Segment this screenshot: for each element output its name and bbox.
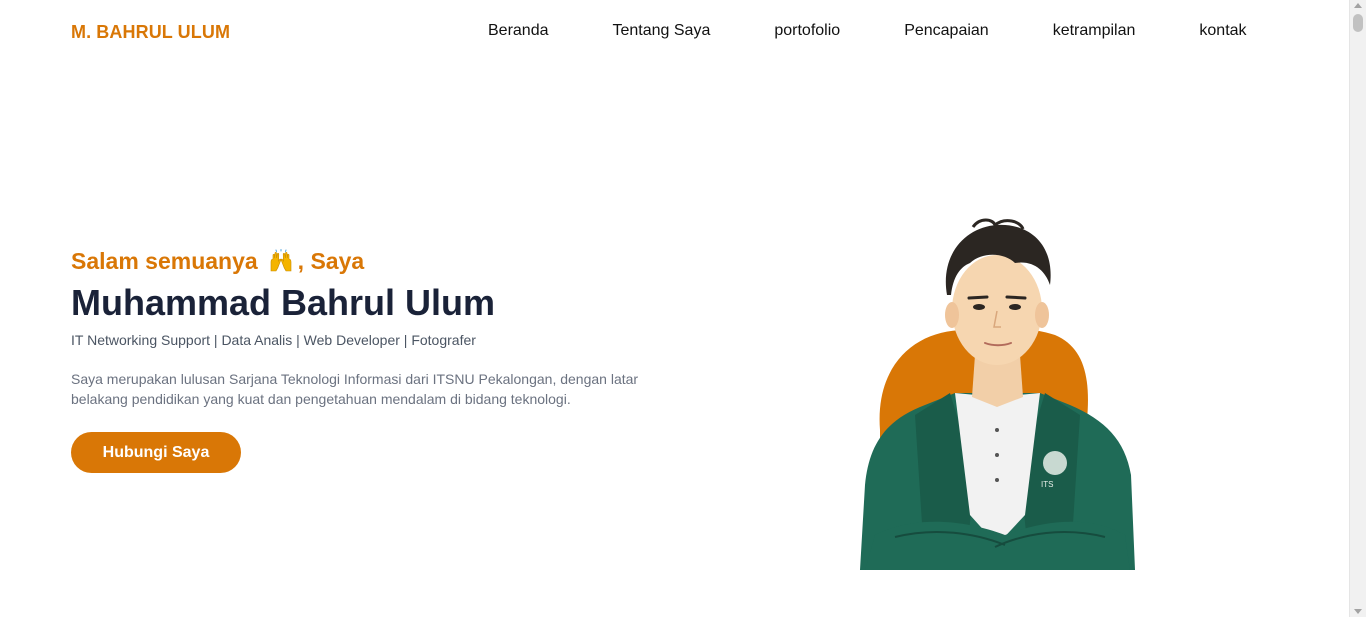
scroll-up-arrow-icon[interactable] bbox=[1354, 3, 1362, 8]
page: M. BAHRUL ULUM Beranda Tentang Saya port… bbox=[0, 0, 1366, 617]
nav-item-ketrampilan[interactable]: ketrampilan bbox=[1053, 22, 1136, 40]
hero-bio: Saya merupakan lulusan Sarjana Teknologi… bbox=[71, 371, 639, 407]
nav-item-pencapaian[interactable]: Pencapaian bbox=[904, 22, 989, 40]
portrait-photo: ITS bbox=[855, 215, 1140, 570]
nav-item-portofolio[interactable]: portofolio bbox=[774, 22, 840, 40]
scrollbar-thumb[interactable] bbox=[1353, 14, 1363, 32]
hero-roles: IT Networking Support | Data Analis | We… bbox=[71, 332, 476, 348]
greeting-suffix: , Saya bbox=[297, 248, 365, 274]
jacket-badge-icon bbox=[1043, 451, 1067, 475]
hero-greeting: Salam semuanya , Saya bbox=[71, 246, 671, 276]
nav-item-tentang-saya[interactable]: Tentang Saya bbox=[613, 22, 711, 40]
page-scrollbar[interactable] bbox=[1349, 0, 1366, 617]
site-header: M. BAHRUL ULUM Beranda Tentang Saya port… bbox=[0, 0, 1349, 64]
greeting-prefix: Salam semuanya bbox=[71, 248, 258, 274]
raising-hands-icon bbox=[268, 249, 294, 273]
contact-me-button[interactable]: Hubungi Saya bbox=[71, 432, 241, 473]
hero-text: Salam semuanya , Saya Muhammad Bahrul Ul… bbox=[71, 246, 671, 473]
site-logo[interactable]: M. BAHRUL ULUM bbox=[71, 22, 230, 43]
hero-name: Muhammad Bahrul Ulum bbox=[71, 282, 496, 323]
nav-item-kontak[interactable]: kontak bbox=[1199, 22, 1246, 40]
svg-text:ITS: ITS bbox=[1041, 480, 1053, 489]
main-nav: Beranda Tentang Saya portofolio Pencapai… bbox=[488, 22, 1247, 40]
scroll-down-arrow-icon[interactable] bbox=[1354, 609, 1362, 614]
nav-item-beranda[interactable]: Beranda bbox=[488, 22, 549, 40]
